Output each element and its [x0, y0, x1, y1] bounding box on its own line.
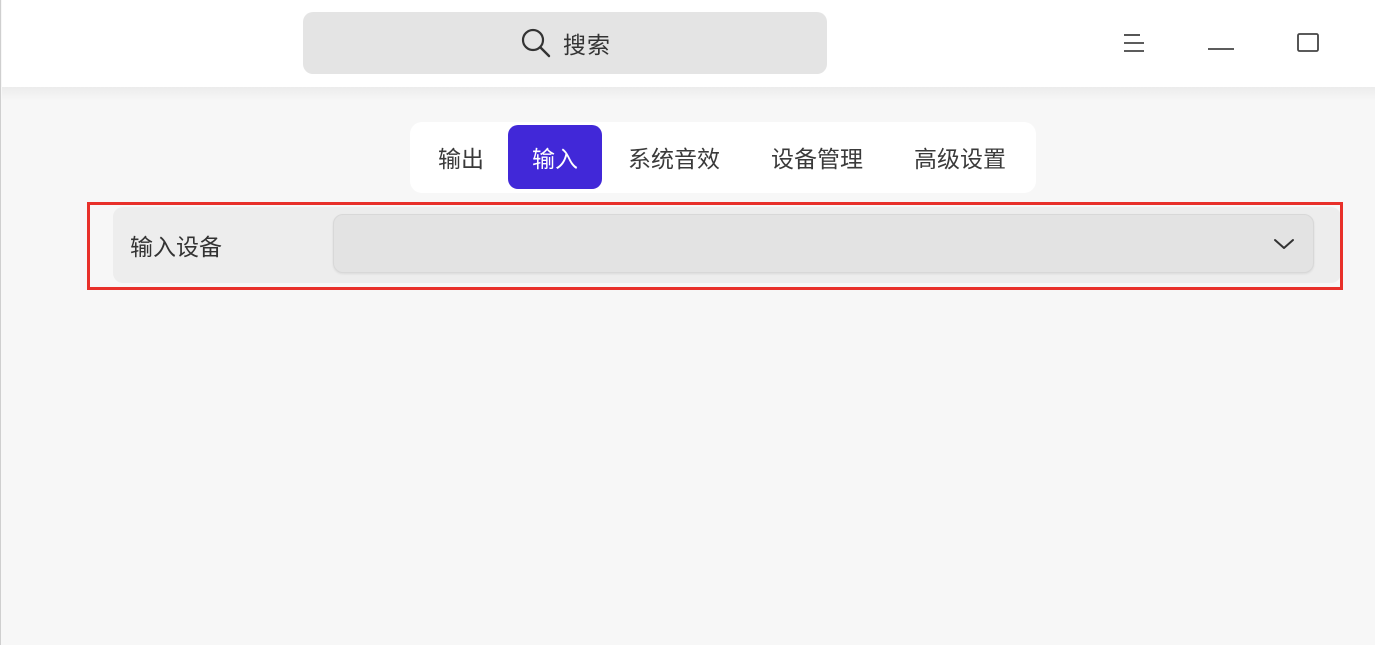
title-bar-shadow: [2, 87, 1375, 101]
title-bar: 搜索: [2, 0, 1375, 87]
chevron-down-icon: [1269, 229, 1299, 259]
tab-system-sounds[interactable]: 系统音效: [614, 125, 734, 189]
tab-advanced-settings[interactable]: 高级设置: [900, 125, 1020, 189]
minimize-icon: [1208, 36, 1234, 55]
menu-button[interactable]: [1109, 20, 1159, 70]
sound-settings-window: 搜索 输出 输入 系统音效 设备管理 高级设置 输入设备: [0, 0, 1375, 645]
maximize-button[interactable]: [1283, 20, 1333, 70]
menu-icon: [1122, 32, 1146, 58]
tab-output[interactable]: 输出: [420, 125, 502, 189]
search-box[interactable]: 搜索: [303, 12, 827, 74]
input-device-select[interactable]: [333, 214, 1314, 273]
search-icon: [519, 26, 553, 60]
input-device-label: 输入设备: [130, 235, 222, 261]
tab-device-management[interactable]: 设备管理: [757, 125, 877, 189]
tab-bar: 输出 输入 系统音效 设备管理 高级设置: [410, 122, 1036, 193]
maximize-icon: [1297, 33, 1319, 57]
input-device-row: 输入设备: [113, 207, 1341, 283]
tab-input[interactable]: 输入: [508, 125, 602, 189]
minimize-button[interactable]: [1196, 20, 1246, 70]
search-label: 搜索: [563, 33, 611, 59]
